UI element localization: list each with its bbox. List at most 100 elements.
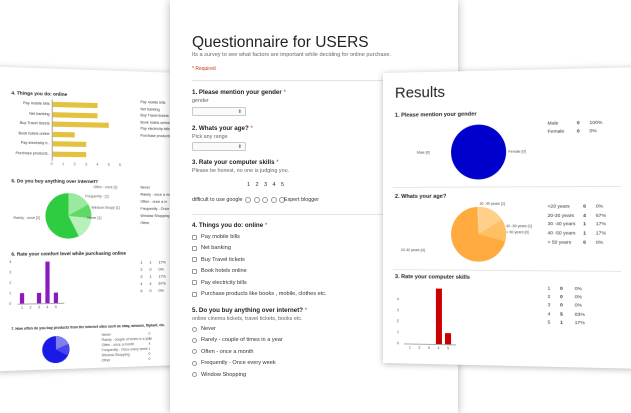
- tick-label: 2: [418, 345, 421, 350]
- divider: [392, 185, 622, 188]
- rating-radio[interactable]: [245, 197, 251, 203]
- pie-label-30-40: 30 -40 years [1]: [479, 201, 506, 206]
- q7-summary-title: 7. How often do you buy products from th…: [11, 323, 166, 332]
- bar-label: Purchase products..: [15, 150, 50, 156]
- table-cell: 0%: [574, 295, 583, 301]
- table-cell: 0%: [158, 267, 164, 272]
- table-cell: 0%: [595, 240, 604, 246]
- tick-label: 2: [396, 319, 399, 324]
- table-cell: 30 -40 years: [547, 222, 576, 228]
- table-cell: 3: [547, 303, 551, 309]
- radio[interactable]: [192, 337, 197, 343]
- checkbox[interactable]: [192, 245, 197, 251]
- radio[interactable]: [192, 326, 197, 332]
- table-cell: 20-30 years: [547, 213, 575, 219]
- table-cell: 67%: [595, 213, 606, 219]
- bar: [45, 261, 50, 304]
- pie-slice-label: Never [1]: [87, 215, 102, 221]
- radio-option[interactable]: Never: [192, 326, 216, 332]
- rating-radio[interactable]: [270, 197, 277, 203]
- q6-summary-title: 6. Rate your comfort level while purchas…: [11, 250, 126, 257]
- pie-slice-label: Often - once [1]: [93, 185, 118, 190]
- checkbox-option[interactable]: Pay electricity bills: [192, 280, 247, 286]
- legend-item: Purchase products: [140, 133, 171, 138]
- checkbox-option[interactable]: Purchase products like books , mobile, c…: [192, 291, 327, 297]
- checkbox[interactable]: [192, 257, 197, 263]
- table-cell: 0: [583, 204, 586, 210]
- gender-select[interactable]: ⬍: [192, 107, 246, 116]
- tick-label: 0: [50, 161, 53, 167]
- bar-label: Pay mobile bills: [23, 101, 50, 106]
- table-cell: 4: [140, 281, 143, 287]
- tick-label: 2: [29, 305, 32, 310]
- q4-summary-title: 4. Things you do: online: [11, 90, 68, 98]
- table-cell: 0%: [158, 288, 164, 293]
- radio-option[interactable]: Window Shopping: [192, 372, 246, 378]
- table-cell: 83%: [574, 312, 585, 318]
- radio-option[interactable]: Rarely - couple of times in a year: [192, 337, 283, 343]
- q5-pie-chart: [45, 193, 92, 239]
- checkbox[interactable]: [192, 268, 197, 274]
- table-cell: 67%: [158, 281, 166, 286]
- radio[interactable]: [192, 349, 197, 355]
- r-q2-title: 2. Whats your age?: [394, 193, 447, 200]
- q4-text: 4. Things you do: online: [192, 222, 264, 229]
- bar-label: Book hotels online: [18, 130, 50, 136]
- axis: [51, 99, 53, 161]
- results-sheet: Results 1. Please mention your gender Ma…: [383, 67, 631, 369]
- bar: [51, 101, 98, 109]
- option-label: Never: [201, 326, 216, 332]
- bar: [51, 111, 98, 118]
- legend-item: Pay electricity bills: [140, 126, 170, 132]
- tick-label: 1: [62, 162, 65, 167]
- tick-label: 6: [119, 162, 122, 167]
- table-cell: 0: [583, 240, 586, 246]
- pie-slice-label: Frequently - [1]: [85, 194, 109, 199]
- table-cell: Female: [547, 129, 565, 135]
- radio[interactable]: [192, 360, 197, 366]
- r-q1-title: 1. Please mention your gender: [394, 111, 477, 119]
- age-pie-chart: [451, 206, 507, 262]
- form-title: Questionnaire for USERS: [192, 34, 369, 51]
- checkbox-option[interactable]: Book hotels online: [192, 268, 247, 274]
- tick-label: 1: [20, 305, 23, 310]
- checkbox[interactable]: [192, 234, 197, 240]
- age-select[interactable]: ⬍: [192, 142, 246, 151]
- scale-number: 3: [264, 182, 268, 188]
- radio-option[interactable]: Often - once a month: [192, 349, 254, 355]
- bar: [435, 288, 442, 345]
- checkbox[interactable]: [192, 280, 197, 286]
- scale-number: 5: [281, 182, 285, 188]
- checkbox-option[interactable]: Net banking: [192, 245, 231, 251]
- table-cell: 40 -50 years: [547, 231, 576, 237]
- axis: [403, 343, 457, 346]
- option-label: Rarely - couple of times in a year: [201, 337, 283, 344]
- checkbox-option[interactable]: Buy Travel tickets: [192, 257, 245, 263]
- q1-text: 1. Please mention your gender: [192, 89, 282, 96]
- legend-item: Frequently - Once a: [140, 206, 173, 211]
- table-cell: 0%: [589, 129, 597, 135]
- pie-slice-label: Rarely - once [2]: [13, 215, 40, 221]
- tick-label: 3: [37, 305, 40, 310]
- bar: [51, 121, 109, 128]
- radio-option[interactable]: Frequently - Once every week: [192, 360, 276, 366]
- legend-item: Often - once a m: [140, 199, 168, 204]
- tick-label: 1: [9, 291, 12, 296]
- required-star: *: [276, 159, 279, 166]
- rating-radio[interactable]: [262, 197, 268, 203]
- table-cell: 0: [576, 121, 580, 127]
- legend-count: 0: [148, 351, 151, 356]
- tick-label: 4: [46, 305, 49, 310]
- radio[interactable]: [192, 372, 197, 378]
- table-cell: 5: [547, 320, 551, 326]
- tick-label: 5: [54, 305, 57, 310]
- rating-radio[interactable]: [253, 197, 260, 203]
- table-cell: 2: [547, 295, 551, 301]
- pie-label-female: Female [0]: [508, 149, 526, 154]
- table-cell: 17%: [595, 222, 606, 228]
- q3-label: 3. Rate your computer skills *: [192, 159, 279, 166]
- legend-count: 1: [148, 346, 151, 351]
- tick-label: 2: [9, 280, 12, 285]
- checkbox-option[interactable]: Pay mobile bills: [192, 234, 240, 240]
- checkbox[interactable]: [192, 291, 197, 297]
